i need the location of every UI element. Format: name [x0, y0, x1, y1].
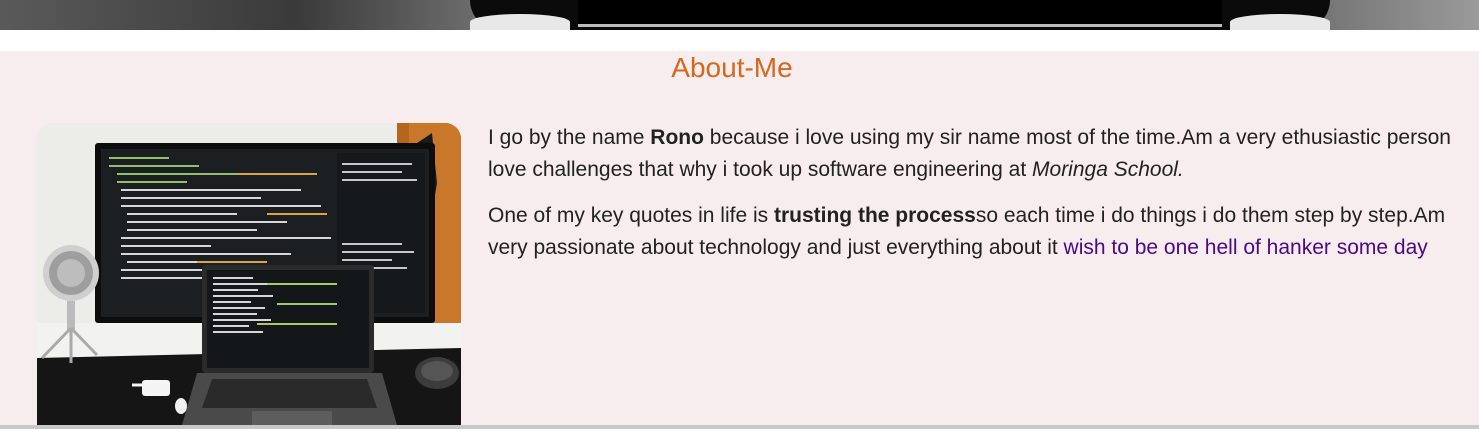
bottom-border: [0, 425, 1479, 429]
para1-line2: love challenges that why i took up softw…: [488, 158, 1033, 181]
section-gap: [0, 30, 1479, 51]
desk-setup-photo: [37, 123, 461, 425]
hero-laptop-screen: [578, 0, 1222, 27]
key-quote: trusting the process: [773, 204, 976, 227]
about-section: About-Me I go by the name Rono because i…: [0, 51, 1479, 425]
aspiration-link[interactable]: wish to be one hell of hanker some day: [1064, 236, 1428, 259]
para1-prefix: I go by the name: [488, 126, 651, 149]
hero-laptop-edge-right: [1230, 14, 1330, 30]
hero-laptop-edge-left: [470, 14, 570, 30]
school-name: Moringa School.: [1032, 158, 1184, 181]
para2-line2: very passionate about technology and jus…: [488, 236, 1064, 259]
para2-prefix: One of my key quotes in life is: [488, 204, 774, 227]
about-paragraph-1: I go by the name Rono because i love usi…: [488, 122, 1479, 186]
about-title: About-Me: [671, 52, 793, 83]
about-paragraph-2: One of my key quotes in life is trusting…: [488, 200, 1479, 264]
about-text: I go by the name Rono because i love usi…: [488, 122, 1479, 278]
about-name: Rono: [650, 126, 704, 149]
para2-middle: so each time i do things i do them step …: [975, 204, 1446, 227]
para1-middle: because i love using my sir name most of…: [703, 126, 1451, 149]
